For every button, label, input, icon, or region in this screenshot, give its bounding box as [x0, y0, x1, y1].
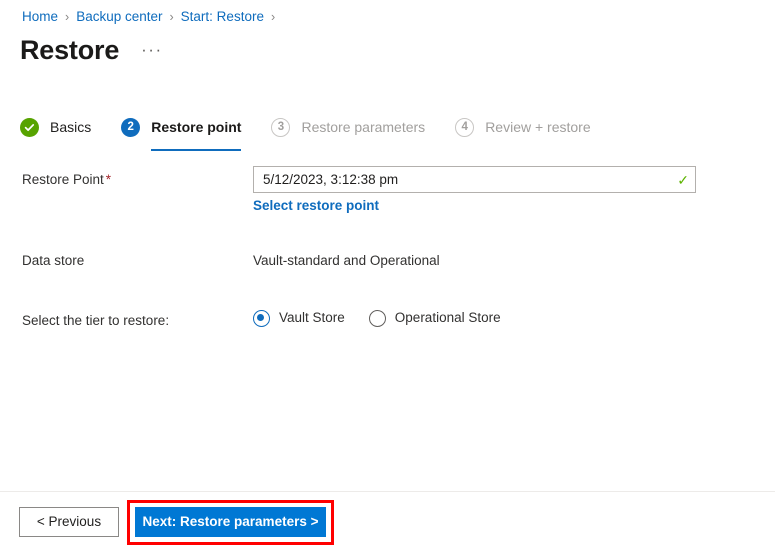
breadcrumb: Home › Backup center › Start: Restore ›: [22, 8, 282, 26]
step-number-badge: 2: [121, 117, 141, 137]
select-restore-point-link[interactable]: Select restore point: [253, 198, 379, 213]
tab-basics-label: Basics: [50, 119, 92, 135]
tab-restore-parameters-label: Restore parameters: [301, 119, 426, 135]
breadcrumb-separator-icon: ›: [169, 10, 174, 24]
breadcrumb-separator-icon: ›: [65, 10, 70, 24]
step-number-badge: 4: [455, 117, 475, 137]
tab-restore-parameters[interactable]: 3 Restore parameters: [271, 112, 425, 142]
breadcrumb-item-backup-center[interactable]: Backup center: [76, 8, 162, 26]
more-options-icon[interactable]: ···: [141, 41, 162, 58]
previous-button[interactable]: < Previous: [19, 507, 119, 537]
tab-restore-point[interactable]: 2 Restore point: [121, 112, 242, 151]
data-store-field: Vault-standard and Operational: [253, 247, 775, 271]
tab-review-restore-label: Review + restore: [485, 119, 591, 135]
radio-vault-store[interactable]: Vault Store: [253, 309, 345, 327]
tier-radio-group: Vault Store Operational Store: [253, 307, 775, 327]
wizard-footer: < Previous: [0, 492, 775, 550]
wizard-steps: Basics 2 Restore point 3 Restore paramet…: [20, 112, 621, 151]
check-circle-icon: [20, 117, 39, 137]
breadcrumb-item-start-restore[interactable]: Start: Restore: [181, 8, 264, 26]
breadcrumb-separator-icon: ›: [270, 10, 276, 24]
active-tab-underline: [151, 148, 242, 151]
data-store-row: Data store Vault-standard and Operationa…: [0, 247, 775, 271]
radio-operational-store-label: Operational Store: [394, 310, 501, 325]
radio-vault-store-label: Vault Store: [279, 310, 345, 325]
data-store-label: Data store: [22, 253, 85, 268]
page-header: Restore ···: [20, 33, 163, 67]
required-marker: *: [105, 172, 112, 187]
tier-row: Select the tier to restore: Vault Store …: [0, 307, 775, 331]
radio-operational-store[interactable]: Operational Store: [368, 309, 501, 327]
radio-selected-icon: [253, 309, 270, 327]
tier-field: Vault Store Operational Store: [253, 307, 775, 327]
restore-point-row: Restore Point* ✓ Select restore point: [0, 166, 775, 215]
restore-point-field: ✓ Select restore point: [253, 166, 775, 215]
restore-point-label: Restore Point *: [0, 166, 253, 190]
restore-point-textbox[interactable]: ✓: [253, 166, 696, 193]
data-store-value: Vault-standard and Operational: [253, 253, 440, 268]
tab-basics[interactable]: Basics: [20, 112, 91, 142]
restore-point-form: Restore Point* ✓ Select restore point Da…: [0, 166, 775, 331]
tier-label: Select the tier to restore:: [22, 313, 170, 328]
tab-review-restore[interactable]: 4 Review + restore: [455, 112, 591, 142]
tab-restore-point-label: Restore point: [151, 119, 242, 135]
page-title: Restore: [20, 35, 120, 65]
restore-point-label-text: Restore Point: [22, 172, 104, 187]
restore-point-input[interactable]: [263, 172, 672, 187]
radio-unselected-icon: [368, 309, 386, 327]
validation-check-icon: ✓: [677, 171, 689, 188]
breadcrumb-item-home[interactable]: Home: [22, 8, 58, 26]
step-number-badge: 3: [271, 117, 291, 137]
next-button[interactable]: Next: Restore parameters >: [135, 507, 326, 537]
